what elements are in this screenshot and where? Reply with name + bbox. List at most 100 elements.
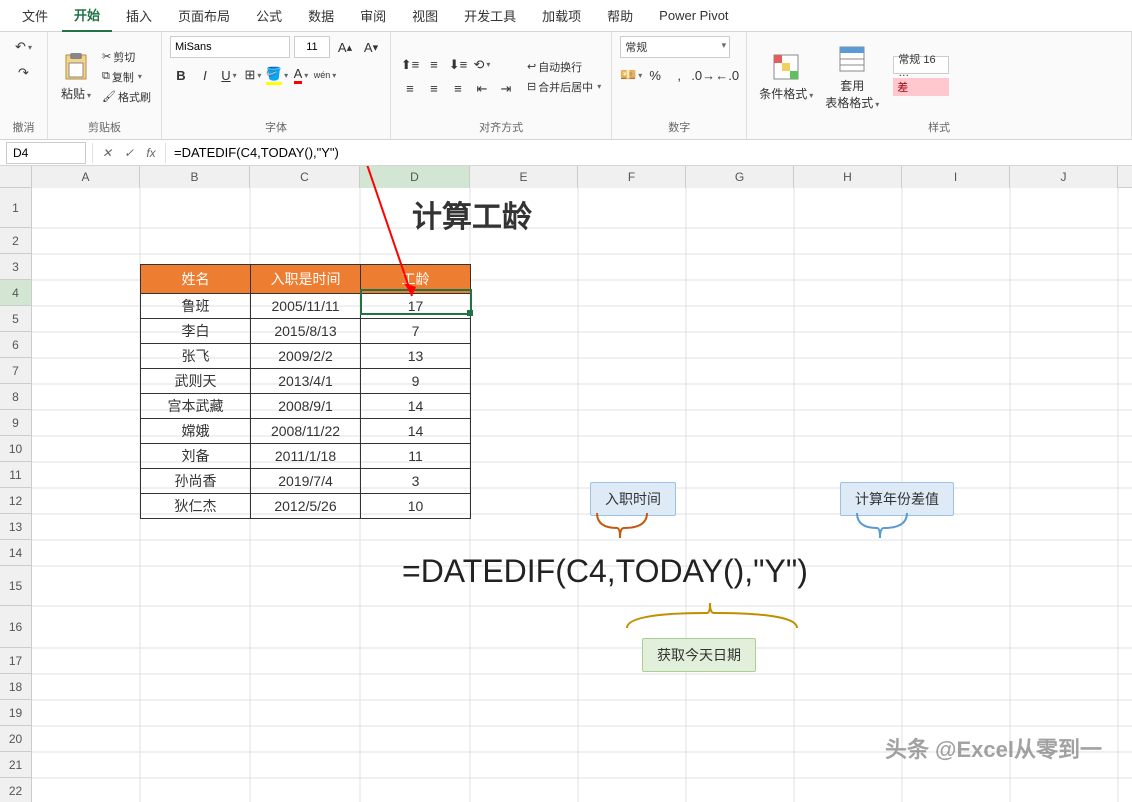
cell[interactable]: 李白 — [141, 319, 251, 344]
align-middle-button[interactable]: ≡ — [423, 54, 445, 76]
row-header[interactable]: 3 — [0, 254, 32, 280]
cell[interactable]: 刘备 — [141, 444, 251, 469]
col-header[interactable]: G — [686, 166, 794, 188]
table-row[interactable]: 李白2015/8/137 — [141, 319, 471, 344]
cell[interactable]: 嫦娥 — [141, 419, 251, 444]
row-header[interactable]: 5 — [0, 306, 32, 332]
row-header[interactable]: 11 — [0, 462, 32, 488]
col-header[interactable]: I — [902, 166, 1010, 188]
cell[interactable]: 9 — [361, 369, 471, 394]
cell[interactable]: 张飞 — [141, 344, 251, 369]
tab-powerpivot[interactable]: Power Pivot — [647, 2, 740, 29]
col-header[interactable]: F — [578, 166, 686, 188]
row-header[interactable]: 18 — [0, 674, 32, 700]
cell[interactable]: 14 — [361, 394, 471, 419]
tab-dev[interactable]: 开发工具 — [452, 0, 528, 31]
cell[interactable]: 2015/8/13 — [251, 319, 361, 344]
increase-decimal-button[interactable]: .0→ — [692, 64, 714, 86]
currency-button[interactable]: 💴 — [620, 64, 642, 86]
decrease-indent-button[interactable]: ⇤ — [471, 78, 493, 100]
tab-review[interactable]: 审阅 — [348, 0, 398, 31]
align-top-button[interactable]: ⬆≡ — [399, 54, 421, 76]
cell[interactable]: 10 — [361, 494, 471, 519]
row-header[interactable]: 2 — [0, 228, 32, 254]
row-header[interactable]: 12 — [0, 488, 32, 514]
border-button[interactable]: ⊞ — [242, 64, 264, 86]
cell[interactable]: 武则天 — [141, 369, 251, 394]
comma-button[interactable]: , — [668, 64, 690, 86]
undo-button[interactable]: ↶ — [13, 36, 35, 58]
tab-formulas[interactable]: 公式 — [244, 0, 294, 31]
col-header[interactable]: H — [794, 166, 902, 188]
table-row[interactable]: 嫦娥2008/11/2214 — [141, 419, 471, 444]
spreadsheet-grid[interactable]: A B C D E F G H I J 12345678910111213141… — [0, 166, 1132, 802]
percent-button[interactable]: % — [644, 64, 666, 86]
cell[interactable]: 2008/11/22 — [251, 419, 361, 444]
cell[interactable]: 2013/4/1 — [251, 369, 361, 394]
align-right-button[interactable]: ≡ — [447, 78, 469, 100]
font-size-input[interactable] — [294, 36, 330, 58]
col-header[interactable]: J — [1010, 166, 1118, 188]
cell[interactable]: 2019/7/4 — [251, 469, 361, 494]
cell[interactable]: 3 — [361, 469, 471, 494]
orientation-button[interactable]: ⟲ — [471, 54, 493, 76]
row-header[interactable]: 4 — [0, 280, 32, 306]
number-format-select[interactable]: 常规 — [620, 36, 730, 58]
increase-font-button[interactable]: A▴ — [334, 36, 356, 58]
tab-help[interactable]: 帮助 — [595, 0, 645, 31]
tab-data[interactable]: 数据 — [296, 0, 346, 31]
cell[interactable]: 13 — [361, 344, 471, 369]
cell[interactable]: 孙尚香 — [141, 469, 251, 494]
row-header[interactable]: 1 — [0, 188, 32, 228]
decrease-decimal-button[interactable]: ←.0 — [716, 64, 738, 86]
row-header[interactable]: 17 — [0, 648, 32, 674]
enter-formula-button[interactable]: ✓ — [119, 143, 139, 163]
tab-insert[interactable]: 插入 — [114, 0, 164, 31]
tab-layout[interactable]: 页面布局 — [166, 0, 242, 31]
cut-button[interactable]: ✂剪切 — [100, 48, 153, 66]
cell[interactable]: 2011/1/18 — [251, 444, 361, 469]
cell[interactable]: 狄仁杰 — [141, 494, 251, 519]
align-left-button[interactable]: ≡ — [399, 78, 421, 100]
name-box[interactable] — [6, 142, 86, 164]
cell-style-bad[interactable]: 差 — [893, 78, 949, 96]
tab-view[interactable]: 视图 — [400, 0, 450, 31]
format-painter-button[interactable]: 🖌格式刷 — [100, 88, 153, 106]
insert-function-button[interactable]: fx — [141, 143, 161, 163]
cell[interactable]: 2009/2/2 — [251, 344, 361, 369]
decrease-font-button[interactable]: A▾ — [360, 36, 382, 58]
cell-style-normal[interactable]: 常规 16 … — [893, 56, 949, 74]
table-row[interactable]: 孙尚香2019/7/43 — [141, 469, 471, 494]
tab-file[interactable]: 文件 — [10, 0, 60, 31]
tab-addins[interactable]: 加载项 — [530, 0, 593, 31]
cell[interactable]: 7 — [361, 319, 471, 344]
italic-button[interactable]: I — [194, 64, 216, 86]
cell[interactable]: 2008/9/1 — [251, 394, 361, 419]
format-as-table-button[interactable]: 套用 表格格式 — [821, 41, 883, 113]
table-row[interactable]: 武则天2013/4/19 — [141, 369, 471, 394]
row-header[interactable]: 13 — [0, 514, 32, 540]
align-bottom-button[interactable]: ⬇≡ — [447, 54, 469, 76]
cancel-formula-button[interactable]: ✕ — [97, 143, 117, 163]
table-row[interactable]: 刘备2011/1/1811 — [141, 444, 471, 469]
bold-button[interactable]: B — [170, 64, 192, 86]
row-header[interactable]: 14 — [0, 540, 32, 566]
conditional-format-button[interactable]: 条件格式 — [755, 49, 817, 104]
table-row[interactable]: 狄仁杰2012/5/2610 — [141, 494, 471, 519]
copy-button[interactable]: ⧉复制 — [100, 68, 153, 86]
row-header[interactable]: 19 — [0, 700, 32, 726]
row-header[interactable]: 22 — [0, 778, 32, 802]
underline-button[interactable]: U — [218, 64, 240, 86]
row-header[interactable]: 10 — [0, 436, 32, 462]
tab-home[interactable]: 开始 — [62, 0, 112, 32]
increase-indent-button[interactable]: ⇥ — [495, 78, 517, 100]
table-row[interactable]: 张飞2009/2/213 — [141, 344, 471, 369]
paste-button[interactable]: 粘贴 — [56, 49, 96, 104]
row-header[interactable]: 20 — [0, 726, 32, 752]
row-header[interactable]: 6 — [0, 332, 32, 358]
select-all-button[interactable] — [0, 166, 32, 188]
row-header[interactable]: 21 — [0, 752, 32, 778]
table-row[interactable]: 宫本武藏2008/9/114 — [141, 394, 471, 419]
row-header[interactable]: 7 — [0, 358, 32, 384]
cell[interactable]: 宫本武藏 — [141, 394, 251, 419]
